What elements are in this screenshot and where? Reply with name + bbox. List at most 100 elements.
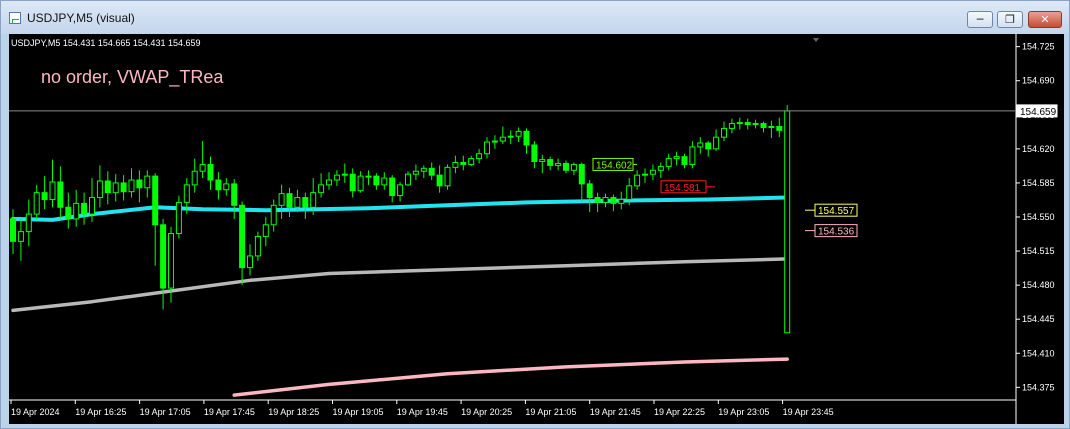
candle-body-down (57, 181, 64, 208)
candle-body-up (752, 123, 759, 126)
price-label-text: 154.581 (664, 183, 701, 194)
candle-body-up (341, 173, 348, 176)
candle-body-down (207, 163, 214, 181)
chart-background (9, 34, 1064, 424)
price-tick-label: 154.515 (1022, 246, 1055, 256)
candle-body-down (160, 224, 167, 289)
candle-body-down (531, 144, 538, 163)
candle-body-up (626, 185, 633, 200)
candle-body-up (310, 192, 317, 208)
candle-body-up (247, 255, 253, 269)
candle-body-down (681, 156, 688, 165)
minimize-button[interactable]: ─ (967, 11, 993, 28)
candle-body-up (634, 174, 641, 187)
candle-body-up (602, 197, 609, 203)
time-tick-label: 19 Apr 19:05 (333, 407, 384, 417)
candle-body-up (515, 130, 522, 137)
candle-body-up (357, 175, 364, 192)
time-tick-label: 19 Apr 21:05 (525, 407, 576, 417)
chart-area[interactable]: 154.725154.690154.655154.620154.585154.5… (9, 34, 1064, 424)
time-tick-label: 19 Apr 16:25 (75, 407, 126, 417)
candle-body-down (104, 180, 111, 194)
candle-body-down (65, 206, 72, 220)
restore-icon: ❐ (1005, 13, 1015, 26)
candle-body-up (89, 197, 95, 215)
title-bar[interactable]: USDJPY,M5 (visual) ─ ❐ ✕ (1, 1, 1069, 34)
window-title: USDJPY,M5 (visual) (27, 11, 135, 25)
candle-body-down (436, 174, 443, 187)
candle-body-up (278, 193, 285, 206)
candle-body-up (254, 235, 261, 257)
price-tick-label: 154.585 (1022, 178, 1055, 188)
price-tick-label: 154.410 (1022, 348, 1055, 358)
candle-body-down (428, 167, 435, 176)
candle-body-up (175, 201, 182, 235)
candle-body-down (81, 202, 88, 215)
candle-body-up (33, 192, 40, 215)
candle-body-up (365, 175, 372, 178)
candle-body-up (713, 136, 720, 150)
candle-body-up (507, 135, 514, 138)
candle-body-up (25, 213, 32, 233)
candle-body-up (183, 184, 190, 203)
candle-body-up (191, 170, 198, 186)
candle-body-up (570, 163, 577, 171)
candle-body-up (768, 125, 775, 128)
candle-body-down (744, 122, 751, 126)
candle-body-down (231, 183, 238, 206)
candle-body-up (689, 146, 696, 165)
candle-body-up (728, 123, 735, 129)
candle-body-up (618, 198, 625, 204)
time-tick-label: 19 Apr 21:45 (590, 407, 641, 417)
price-label-text: 154.602 (596, 160, 633, 171)
candle-body-up (223, 183, 230, 191)
candle-body-down (389, 177, 396, 197)
candle-body-up (452, 161, 459, 168)
price-tick-label: 154.445 (1022, 314, 1055, 324)
candle-body-up (736, 122, 743, 125)
candle-body-down (120, 182, 127, 193)
candle-body-up (555, 162, 562, 166)
time-tick-label: 19 Apr 19:45 (397, 407, 448, 417)
time-tick-label: 19 Apr 20:25 (461, 407, 512, 417)
price-label-text: 154.557 (818, 206, 855, 217)
candle-body-down (286, 193, 293, 208)
candle-body-down (610, 197, 617, 204)
candle-body-up (499, 136, 506, 142)
candle-body-up (468, 158, 475, 165)
candle-body-down (41, 192, 48, 200)
candle-body-up (444, 166, 451, 187)
target-price-label[interactable]: 154.602 (592, 157, 637, 171)
candle-body-down (594, 197, 601, 203)
candle-body-down (578, 163, 585, 185)
candle-body-up (405, 173, 411, 186)
candle-body-up (412, 170, 419, 175)
ea-status-text: no order, VWAP_TRea (41, 67, 224, 88)
candle-body-down (302, 197, 309, 208)
restore-button[interactable]: ❐ (997, 11, 1023, 28)
time-tick-label: 19 Apr 23:45 (783, 407, 834, 417)
price-label-text: 154.659 (1020, 107, 1057, 118)
candle-body-down (215, 179, 222, 191)
time-tick-label: 19 Apr 22:25 (654, 407, 705, 417)
candle-body-up (784, 110, 791, 334)
candle (254, 231, 261, 261)
candle-body-up (49, 181, 56, 200)
candle (175, 195, 182, 239)
candle (784, 105, 791, 334)
candle-body-down (239, 204, 246, 269)
candle-body-up (294, 197, 301, 208)
candle-body-down (547, 159, 554, 166)
candle-body-up (262, 224, 269, 237)
candle-body-up (144, 175, 151, 189)
price-chart[interactable]: 154.725154.690154.655154.620154.585154.5… (9, 34, 1064, 424)
candle-body-up (642, 173, 648, 176)
minimize-icon: ─ (976, 13, 984, 26)
symbol-ohlc-readout: USDJPY,M5 154.431 154.665 154.431 154.65… (11, 38, 200, 48)
close-button[interactable]: ✕ (1028, 11, 1062, 28)
candle-body-down (349, 173, 356, 192)
bid-price-tag[interactable]: 154.659 (1016, 104, 1058, 118)
candle-body-down (523, 130, 530, 146)
time-tick-label: 19 Apr 18:25 (268, 407, 319, 417)
time-tick-label: 19 Apr 17:05 (140, 407, 191, 417)
